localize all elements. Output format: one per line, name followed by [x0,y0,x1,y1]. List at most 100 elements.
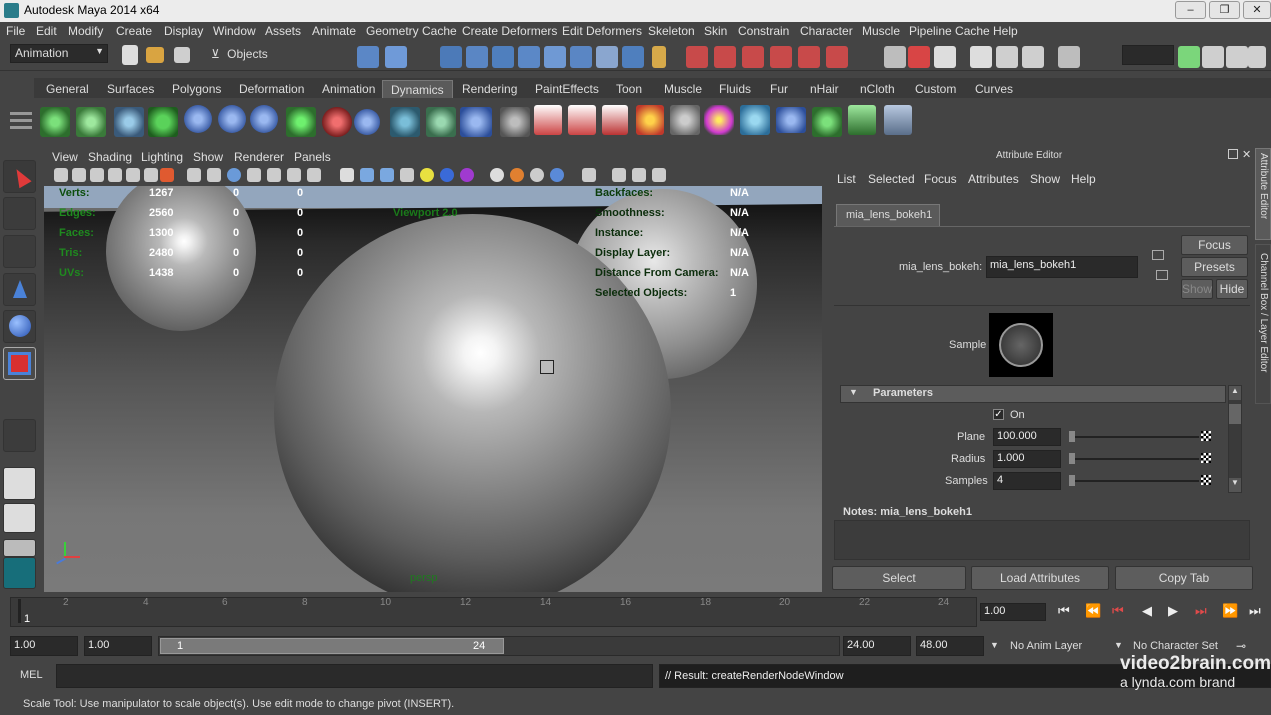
lights-icon[interactable] [287,168,301,182]
ae-menu-list[interactable]: List [837,172,856,186]
menu-window[interactable]: Window [213,24,256,38]
close-panel-icon[interactable]: ✕ [1242,148,1251,161]
toggle-layer-editor-icon[interactable] [1248,46,1266,68]
samples-slider[interactable] [1069,475,1199,486]
panel-menu-lighting[interactable]: Lighting [141,150,183,164]
textured-cube-icon[interactable] [380,168,394,182]
motion-blur-icon[interactable] [510,168,524,182]
animation-end-field[interactable]: 48.00 [916,636,984,656]
time-slider[interactable]: 1 2 4 6 8 10 12 14 16 18 20 22 24 1.00 ⏮… [0,595,1271,629]
select-component-icon[interactable] [440,46,462,68]
shelf-options-handle[interactable] [10,108,32,138]
side-tab-attribute-editor[interactable]: Attribute Editor [1255,148,1271,240]
particle-tool-icon[interactable] [40,107,70,137]
anim-layer-label[interactable]: No Anim Layer [1010,640,1082,652]
lines-icon[interactable] [518,46,540,68]
animation-start-field[interactable]: 1.00 [10,636,78,656]
save-scene-icon[interactable] [174,47,190,63]
menu-animate[interactable]: Animate [312,24,356,38]
slider-handle[interactable] [1069,431,1075,442]
quick-select-field[interactable] [1122,45,1174,65]
image-plane-icon[interactable] [90,168,104,182]
new-scene-icon[interactable] [122,45,138,65]
float-panel-icon[interactable] [1228,149,1238,159]
slider-handle[interactable] [1069,475,1075,486]
snap-live-icon[interactable] [798,46,820,68]
lightning-icon[interactable] [740,105,770,135]
step-forward-frame-icon[interactable]: ⏭ [1195,603,1207,619]
uniform-field-icon[interactable] [322,107,352,137]
select-object-icon[interactable] [385,46,407,68]
time-slider-track[interactable] [10,597,977,627]
scale-tool-icon[interactable] [3,347,36,380]
air-field-icon[interactable] [426,107,456,137]
text-icon[interactable] [307,168,321,182]
scroll-up-icon[interactable]: ▲ [1229,386,1241,400]
menu-character[interactable]: Character [800,24,853,38]
map-button-icon[interactable] [1201,453,1211,463]
radius-slider[interactable] [1069,453,1199,464]
ae-menu-focus[interactable]: Focus [924,172,957,186]
magnet-icon[interactable] [826,46,848,68]
ae-node-name-field[interactable]: mia_lens_bokeh1 [986,256,1138,278]
rigid-body-passive-icon[interactable] [568,105,596,135]
xray-icon[interactable] [247,168,261,182]
four-view-layout-icon[interactable] [3,503,36,533]
fire-icon[interactable] [636,105,664,135]
notes-field[interactable] [834,520,1250,560]
grid-icon[interactable] [108,168,122,182]
gate-mask-icon[interactable] [160,168,174,182]
ae-scroll-bar[interactable]: ▲ ▼ [1228,385,1242,493]
drag-field-icon[interactable] [184,105,212,133]
play-backwards-icon[interactable]: ◀ [1142,603,1152,619]
snap-curve-icon[interactable] [714,46,736,68]
gravity-field-icon[interactable] [218,105,246,133]
command-input[interactable] [56,664,653,688]
menu-modify[interactable]: Modify [68,24,103,38]
pivots-icon[interactable] [570,46,592,68]
ae-menu-show[interactable]: Show [1030,172,1060,186]
hypershade-icon[interactable] [1022,46,1044,68]
curve-flow-icon[interactable] [776,107,806,133]
menu-muscle[interactable]: Muscle [862,24,900,38]
show-button[interactable]: Show [1181,279,1213,299]
fireworks-icon[interactable] [704,105,734,135]
playback-start-field[interactable]: 1.00 [84,636,152,656]
tab-polygons[interactable]: Polygons [164,80,229,98]
menu-edit-deformers[interactable]: Edit Deformers [562,24,642,38]
step-forward-key-icon[interactable]: ⏩ [1222,603,1238,619]
load-attributes-button[interactable]: Load Attributes [971,566,1109,590]
hulls-icon[interactable] [544,46,566,68]
scroll-down-icon[interactable]: ▼ [1229,478,1241,492]
tab-deformation[interactable]: Deformation [231,80,312,98]
wireframe-icon[interactable] [187,168,201,182]
surface-flow-icon[interactable] [812,107,842,137]
select-button[interactable]: Select [832,566,966,590]
menu-set-dropdown[interactable]: Animation ▼ [10,44,108,63]
minimize-button[interactable]: – [1175,1,1206,19]
use-default-light-icon[interactable] [420,168,434,182]
select-tool-icon[interactable] [3,160,36,193]
auto-key-icon[interactable]: ⊸ [1236,639,1246,653]
snap-point-icon[interactable] [742,46,764,68]
collide-icon[interactable] [500,107,530,137]
tab-curves[interactable]: Curves [967,80,1021,98]
rigid-body-icon[interactable] [602,105,628,135]
presets-button[interactable]: Presets [1181,257,1248,277]
tab-toon[interactable]: Toon [608,80,650,98]
output-connection-icon[interactable] [1156,270,1168,280]
textured-icon[interactable] [267,168,281,182]
toggle-attribute-editor-icon[interactable] [1178,46,1200,68]
emitter-icon[interactable] [76,107,106,137]
last-tool-icon[interactable] [3,419,36,452]
goal-icon[interactable] [884,105,912,135]
tab-fur[interactable]: Fur [762,80,796,98]
selection-mode-dropdown[interactable]: ⊻ Objects [207,46,317,66]
panel-menu-shading[interactable]: Shading [88,150,132,164]
current-frame-marker[interactable] [18,599,21,623]
field-connect-icon[interactable] [460,107,492,137]
ae-node-tab[interactable]: mia_lens_bokeh1 [836,204,940,226]
bookmark-icon[interactable] [72,168,86,182]
menu-edit[interactable]: Edit [36,24,57,38]
film-gate-icon[interactable] [126,168,140,182]
